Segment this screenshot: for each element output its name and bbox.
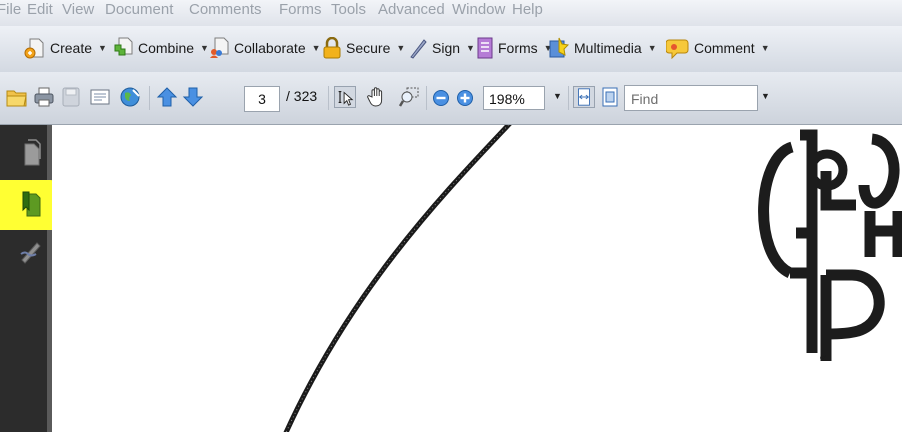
comment-label: Comment <box>694 40 755 56</box>
menu-comments[interactable]: Comments <box>189 1 262 18</box>
fit-width-icon[interactable] <box>573 86 595 108</box>
secure-label: Secure <box>346 40 391 56</box>
multimedia-icon <box>549 37 570 58</box>
menu-forms[interactable]: Forms <box>279 1 322 18</box>
select-tool-icon[interactable] <box>334 86 356 108</box>
comment-caret-icon: ▼ <box>760 43 770 53</box>
combine-label: Combine <box>138 40 195 56</box>
lock-icon <box>323 37 341 59</box>
collaborate-label: Collaborate <box>234 40 306 56</box>
task-toolbar: Create ▼ Combine ▼ Collaborate ▼ Secure ▼ Si… <box>0 26 902 72</box>
toolbar-separator <box>149 86 150 110</box>
next-page-icon[interactable] <box>182 86 204 108</box>
open-folder-icon[interactable] <box>6 86 28 108</box>
pages-icon[interactable] <box>22 138 42 166</box>
menu-window[interactable]: Window <box>452 1 505 18</box>
collaborate-button[interactable]: Collaborate ▼ <box>208 36 321 60</box>
previous-page-icon[interactable] <box>156 86 178 108</box>
hand-tool-icon[interactable] <box>366 86 388 108</box>
page-content: ® <box>283 125 902 432</box>
menu-advanced[interactable]: Advanced <box>378 1 445 18</box>
multimedia-button[interactable]: Multimedia ▼ <box>548 36 657 60</box>
comment-button[interactable]: Comment ▼ <box>666 36 770 60</box>
bookmarks-icon[interactable] <box>20 190 42 218</box>
menu-tools[interactable]: Tools <box>331 1 366 18</box>
find-input[interactable]: Find <box>624 85 758 111</box>
zoom-out-icon[interactable] <box>432 89 450 107</box>
find-options-caret-icon[interactable]: ▼ <box>761 91 770 101</box>
sign-caret-icon: ▼ <box>466 43 475 53</box>
page-count: / 323 <box>286 88 318 104</box>
pen-icon <box>410 39 427 59</box>
registered-mark: ® <box>820 353 827 363</box>
zoom-in-icon[interactable] <box>456 89 474 107</box>
signatures-icon[interactable] <box>19 240 43 264</box>
combine-files-icon <box>114 37 133 56</box>
navigation-toolbar: 3 / 323 198% ▼ Find ▼ <box>0 72 902 125</box>
menu-file[interactable]: File <box>0 1 21 18</box>
zoom-level-field[interactable]: 198% <box>483 86 545 110</box>
multimedia-label: Multimedia <box>574 40 642 56</box>
email-icon[interactable] <box>89 86 111 108</box>
toolbar-separator <box>568 86 569 110</box>
create-pdf-icon <box>24 38 44 59</box>
create-caret-icon: ▼ <box>98 43 107 53</box>
form-icon <box>477 37 493 59</box>
page-number-input[interactable]: 3 <box>244 86 280 112</box>
collaborate-icon <box>210 37 229 58</box>
toolbar-separator <box>328 86 329 110</box>
navigation-pane <box>0 125 47 432</box>
organization-logo <box>758 129 902 361</box>
forms-label: Forms <box>498 40 538 56</box>
document-page[interactable]: ® <box>52 125 902 432</box>
sign-label: Sign <box>432 40 461 56</box>
fit-page-icon[interactable] <box>599 86 621 108</box>
create-label: Create <box>50 40 93 56</box>
comment-icon <box>666 39 689 59</box>
large-arc-stroke <box>283 125 512 432</box>
menu-document[interactable]: Document <box>105 1 173 18</box>
forms-button[interactable]: Forms ▼ <box>476 36 553 60</box>
print-icon[interactable] <box>33 86 55 108</box>
collaborate-caret-icon: ▼ <box>311 43 321 53</box>
toolbar-separator <box>426 86 427 110</box>
menu-view[interactable]: View <box>62 1 94 18</box>
marquee-zoom-icon[interactable] <box>398 86 420 108</box>
menu-bar: File Edit View Document Comments Forms T… <box>0 0 902 26</box>
menu-help[interactable]: Help <box>512 1 543 18</box>
multimedia-caret-icon: ▼ <box>647 43 657 53</box>
save-icon[interactable] <box>60 86 82 108</box>
menu-edit[interactable]: Edit <box>27 1 53 18</box>
combine-button[interactable]: Combine ▼ <box>112 36 209 60</box>
secure-caret-icon: ▼ <box>396 43 406 53</box>
secure-button[interactable]: Secure ▼ <box>322 36 405 60</box>
create-button[interactable]: Create ▼ <box>24 36 107 60</box>
sign-button[interactable]: Sign ▼ <box>408 36 475 60</box>
web-globe-icon[interactable] <box>119 86 141 108</box>
zoom-dropdown-icon[interactable]: ▼ <box>553 91 562 101</box>
